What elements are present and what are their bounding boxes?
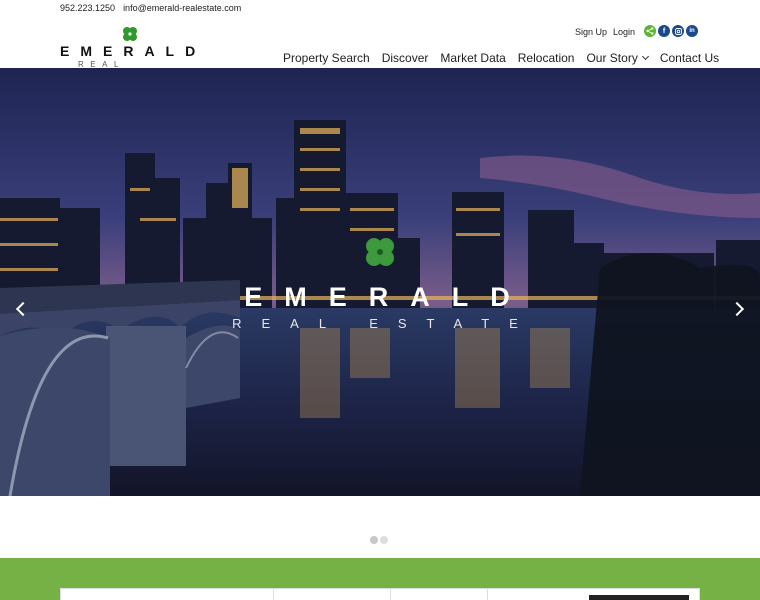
nav-our-story[interactable]: Our Story (586, 51, 649, 65)
chevron-down-icon (641, 52, 649, 61)
search-field-2[interactable] (274, 589, 391, 600)
hero-subtitle: REAL ESTATE (232, 316, 538, 331)
site-logo[interactable]: EMERALD REAL ESTATE (60, 25, 200, 78)
hero-slider: EMERALD REAL ESTATE (0, 68, 760, 496)
auth-links: Sign Up Login (575, 27, 635, 37)
slide-dot-1[interactable] (370, 536, 378, 544)
signup-link[interactable]: Sign Up (575, 27, 607, 37)
instagram-icon[interactable] (672, 25, 684, 37)
top-contact-bar: 952.223.1250 info@emerald-realestate.com (60, 3, 241, 13)
social-links: f in (644, 25, 698, 37)
facebook-icon[interactable]: f (658, 25, 670, 37)
nav-discover[interactable]: Discover (382, 51, 429, 65)
search-field-3[interactable] (391, 589, 488, 600)
email-link[interactable]: info@emerald-realestate.com (123, 3, 241, 13)
nav-our-story-label: Our Story (586, 51, 638, 65)
main-nav: Property Search Discover Market Data Rel… (283, 51, 719, 65)
nav-contact-us[interactable]: Contact Us (660, 51, 719, 65)
login-link[interactable]: Login (613, 27, 635, 37)
logo-wordmark: EMERALD (60, 43, 207, 59)
phone-link[interactable]: 952.223.1250 (60, 3, 115, 13)
linkedin-icon[interactable]: in (686, 25, 698, 37)
share-icon[interactable] (644, 25, 656, 37)
search-button[interactable] (589, 595, 689, 600)
slide-dot-2[interactable] (380, 536, 388, 544)
nav-relocation[interactable]: Relocation (518, 51, 575, 65)
nav-market-data[interactable]: Market Data (440, 51, 505, 65)
slider-dots (370, 536, 388, 544)
property-search-form (60, 588, 700, 600)
search-field-1[interactable] (61, 589, 274, 600)
nav-property-search[interactable]: Property Search (283, 51, 370, 65)
hero-clover-icon (366, 238, 394, 266)
clover-icon (123, 27, 137, 41)
hero-title: EMERALD (244, 282, 532, 312)
